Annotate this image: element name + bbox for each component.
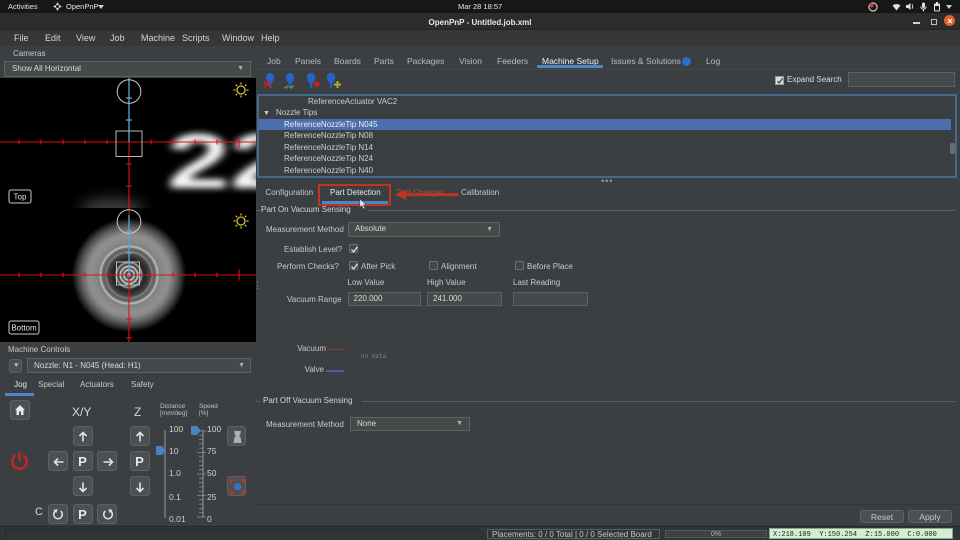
svg-text:Bottom: Bottom — [11, 324, 37, 333]
svg-text:Top: Top — [14, 193, 27, 202]
svg-text:22: 22 — [167, 117, 256, 205]
